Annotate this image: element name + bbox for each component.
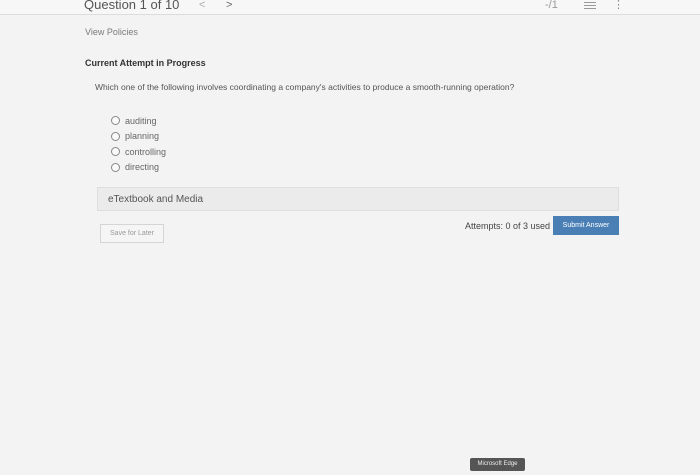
view-policies-link[interactable]: View Policies: [85, 27, 138, 37]
save-for-later-button[interactable]: Save for Later: [100, 224, 164, 243]
submit-answer-button[interactable]: Submit Answer: [553, 216, 619, 235]
option-controlling[interactable]: controlling: [111, 144, 166, 160]
etextbook-panel[interactable]: eTextbook and Media: [97, 187, 619, 211]
score-display: -/1: [545, 0, 558, 11]
option-planning[interactable]: planning: [111, 129, 166, 145]
option-auditing[interactable]: auditing: [111, 113, 166, 129]
radio-button[interactable]: [111, 147, 120, 157]
more-options-icon[interactable]: ⋮: [613, 0, 624, 11]
chevron-left-icon[interactable]: <: [199, 0, 205, 11]
radio-button[interactable]: [111, 116, 120, 126]
question-text: Which one of the following involves coor…: [95, 82, 515, 92]
radio-button[interactable]: [111, 131, 120, 141]
chevron-right-icon[interactable]: >: [226, 0, 232, 11]
option-directing[interactable]: directing: [111, 160, 166, 176]
question-counter: Question 1 of 10: [84, 0, 180, 12]
option-label: controlling: [125, 146, 167, 157]
top-bar: Question 1 of 10 < > -/1 ⋮: [0, 0, 700, 15]
radio-button[interactable]: [111, 162, 120, 172]
option-label: directing: [125, 162, 160, 173]
etextbook-label: eTextbook and Media: [108, 194, 204, 205]
answer-options: auditing planning controlling directing: [111, 113, 166, 175]
attempt-status-heading: Current Attempt in Progress: [85, 58, 206, 68]
option-label: planning: [125, 131, 160, 142]
attempts-counter: Attempts: 0 of 3 used: [465, 221, 551, 231]
list-icon[interactable]: [584, 0, 596, 10]
option-label: auditing: [125, 115, 157, 126]
taskbar-tooltip: Microsoft Edge: [470, 458, 525, 471]
